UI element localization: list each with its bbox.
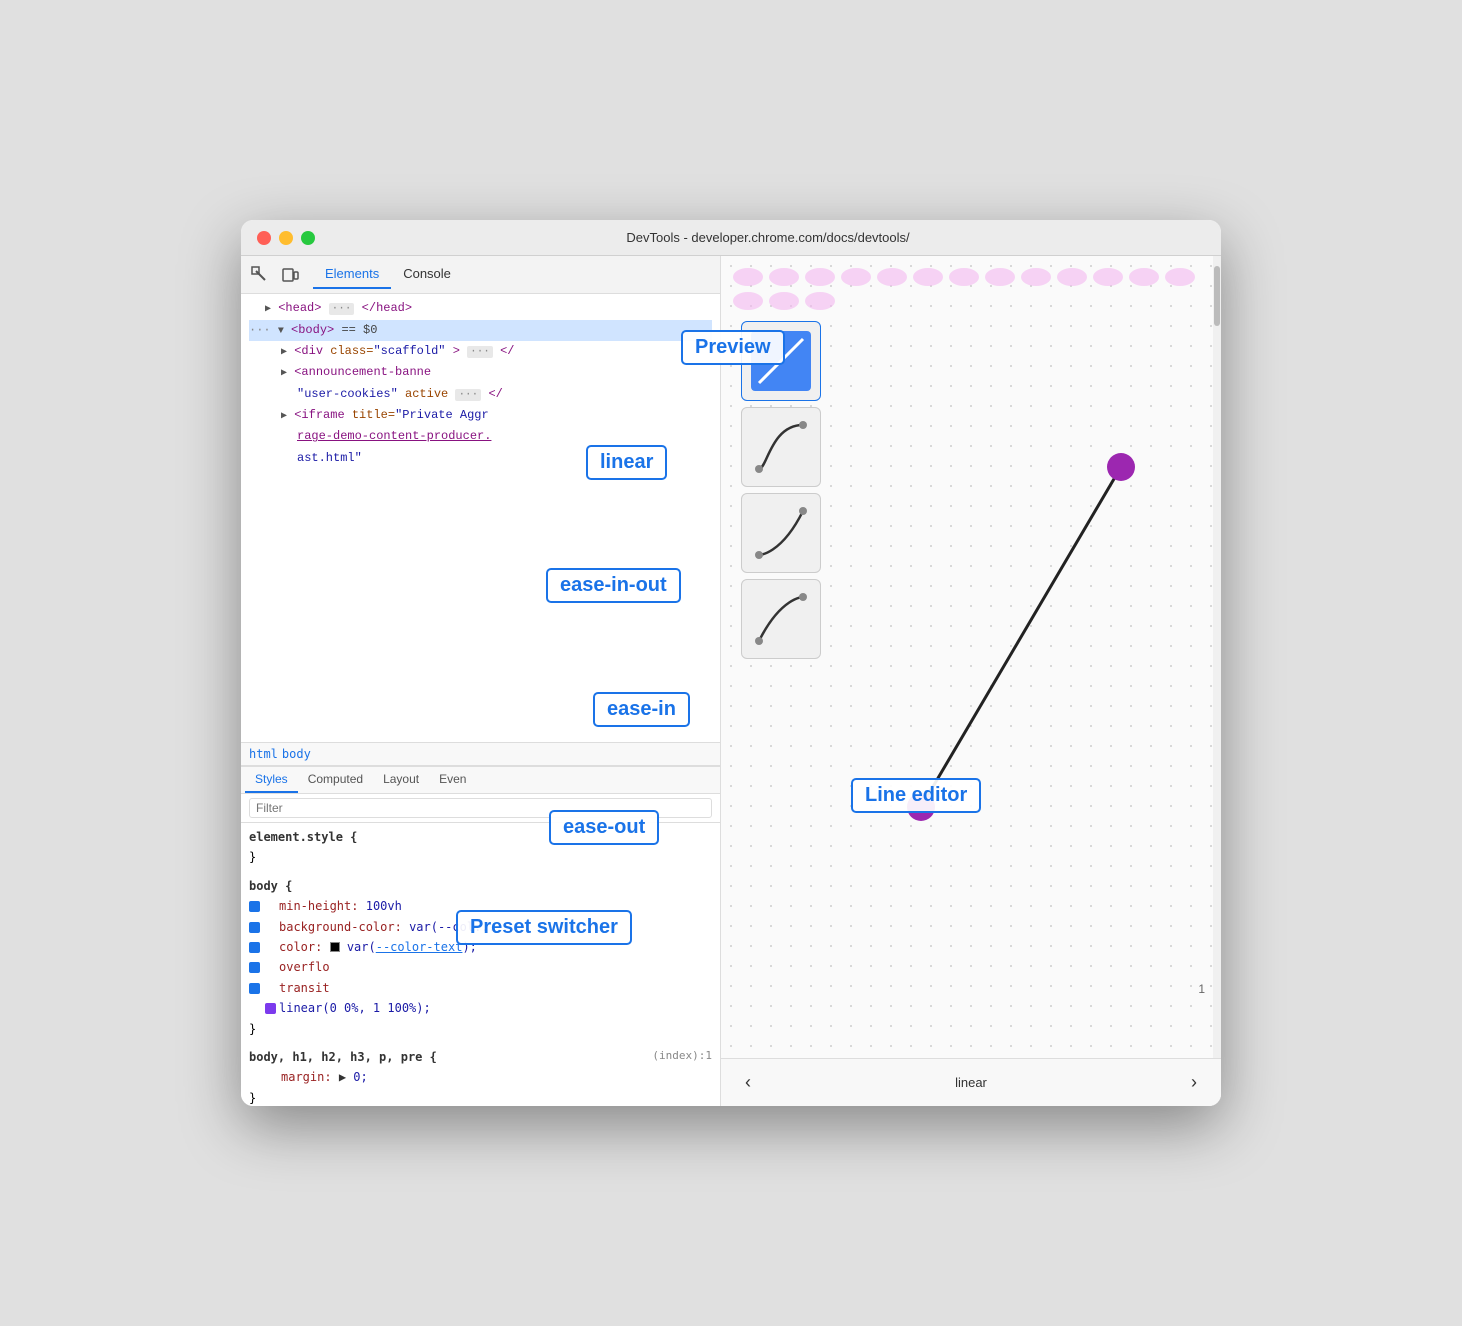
tab-elements[interactable]: Elements: [313, 260, 391, 289]
preset-thumb-ease-in-out[interactable]: [741, 407, 821, 487]
css-prop-transition: transit: [279, 981, 330, 995]
dom-line-usercookies[interactable]: "user-cookies" active ··· </: [249, 384, 712, 406]
dom-line-div-scaffold[interactable]: ▶ <div class="scaffold" > ··· </: [249, 341, 712, 363]
css-rule-body: body { min-height: 100vh background-colo…: [241, 872, 720, 1043]
oval-15: [769, 292, 799, 310]
css-prop-minheight: min-height:: [279, 899, 358, 913]
dom-line-head[interactable]: ▶ <head> ··· </head>: [249, 298, 712, 320]
css-body-close: }: [249, 1022, 256, 1036]
oval-8: [985, 268, 1015, 286]
css-checkbox-bgcolor[interactable]: [249, 922, 260, 933]
oval-5: [877, 268, 907, 286]
css-checkbox-transition[interactable]: [249, 983, 260, 994]
titlebar: DevTools - developer.chrome.com/docs/dev…: [241, 220, 1221, 256]
devtools-body: Elements Console ▶ <head> ··· </head> ··…: [241, 256, 1221, 1106]
scrollbar-thumb: [1214, 266, 1220, 326]
dom-line-iframe[interactable]: ▶ <iframe title="Private Aggr: [249, 405, 712, 426]
oval-13: [1165, 268, 1195, 286]
css-checkbox-minheight[interactable]: [249, 901, 260, 912]
dom-line-body[interactable]: ··· ▼ <body> == $0: [249, 320, 712, 341]
css-val-margin: 0;: [353, 1070, 367, 1084]
styles-filter: [241, 794, 720, 823]
left-panel: Elements Console ▶ <head> ··· </head> ··…: [241, 256, 721, 1106]
css-selector: element.style {: [249, 830, 357, 844]
css-val-bgcolor: var(--col...: [409, 920, 496, 934]
preview-canvas: 1: [721, 256, 1221, 1058]
breadcrumb: html body: [241, 742, 720, 766]
oval-12: [1129, 268, 1159, 286]
oval-9: [1021, 268, 1051, 286]
css-rule-close: }: [249, 850, 256, 864]
css-body-h-selector: body, h1, h2, h3, p, pre {: [249, 1050, 437, 1064]
css-checkbox-linear[interactable]: [265, 1003, 276, 1014]
oval-14: [733, 292, 763, 310]
css-checkbox-overflow[interactable]: [249, 962, 260, 973]
preset-thumbnails: [741, 321, 821, 659]
device-icon[interactable]: [279, 264, 301, 286]
css-prop-color: color:: [279, 940, 322, 954]
maximize-button[interactable]: [301, 231, 315, 245]
source-link[interactable]: (index):1: [652, 1047, 712, 1066]
tab-event[interactable]: Even: [429, 767, 476, 793]
page-indicator: 1: [1198, 982, 1205, 996]
css-prop-margin: margin:: [281, 1070, 332, 1084]
dom-line-announcement[interactable]: ▶ <announcement-banne: [249, 362, 712, 383]
breadcrumb-body[interactable]: body: [282, 747, 311, 761]
css-prop-bgcolor: background-color:: [279, 920, 402, 934]
oval-11: [1093, 268, 1123, 286]
css-val-minheight: 100vh: [366, 899, 402, 913]
preset-thumb-linear[interactable]: [741, 321, 821, 401]
inspect-icon[interactable]: [249, 264, 271, 286]
main-tabs: Elements Console: [313, 260, 463, 289]
minimize-button[interactable]: [279, 231, 293, 245]
line-editor-svg[interactable]: [841, 316, 1201, 998]
tab-console[interactable]: Console: [391, 260, 463, 289]
devtools-toolbar: Elements Console: [241, 256, 720, 294]
oval-16: [805, 292, 835, 310]
preset-nav: ‹ linear ›: [721, 1058, 1221, 1106]
css-val-color: var(--color-text);: [347, 940, 477, 954]
styles-tabs: Styles Computed Layout Even: [241, 767, 720, 794]
oval-4: [841, 268, 871, 286]
css-rule-body-headings: body, h1, h2, h3, p, pre { (index):1 mar…: [241, 1043, 720, 1106]
css-body-selector: body {: [249, 879, 292, 893]
preset-next-button[interactable]: ›: [1183, 1068, 1205, 1097]
preset-prev-button[interactable]: ‹: [737, 1068, 759, 1097]
styles-panel: Styles Computed Layout Even element.styl…: [241, 766, 720, 1106]
window-title: DevTools - developer.chrome.com/docs/dev…: [331, 230, 1205, 245]
tab-computed[interactable]: Computed: [298, 767, 373, 793]
preset-nav-label: linear: [955, 1075, 987, 1090]
css-checkbox-color[interactable]: [249, 942, 260, 953]
dom-line-ast[interactable]: ast.html": [249, 448, 712, 469]
traffic-lights: [257, 231, 315, 245]
css-val-linear: linear(0 0%, 1 100%);: [279, 1001, 431, 1015]
preset-thumb-ease-in[interactable]: [741, 493, 821, 573]
preview-ovals: [721, 268, 1221, 310]
oval-3: [805, 268, 835, 286]
color-swatch: [330, 942, 340, 952]
oval-2: [769, 268, 799, 286]
oval-10: [1057, 268, 1087, 286]
preview-area: 1: [721, 256, 1221, 1058]
dom-tree: ▶ <head> ··· </head> ··· ▼ <body> == $0 …: [241, 294, 720, 742]
oval-1: [733, 268, 763, 286]
filter-input[interactable]: [249, 798, 712, 818]
oval-6: [913, 268, 943, 286]
breadcrumb-html[interactable]: html: [249, 747, 278, 761]
close-button[interactable]: [257, 231, 271, 245]
dom-line-rage[interactable]: rage-demo-content-producer.: [249, 426, 712, 447]
right-panel: 1 ‹ linear ›: [721, 256, 1221, 1106]
scrollbar[interactable]: [1213, 256, 1221, 1058]
tab-styles[interactable]: Styles: [245, 767, 298, 793]
oval-7: [949, 268, 979, 286]
css-rule-element: element.style { }: [241, 823, 720, 872]
preset-thumb-ease-out[interactable]: [741, 579, 821, 659]
css-body-h-close: }: [249, 1091, 256, 1105]
css-prop-overflow: overflo: [279, 960, 330, 974]
tab-layout[interactable]: Layout: [373, 767, 429, 793]
line-editor[interactable]: [841, 316, 1201, 998]
